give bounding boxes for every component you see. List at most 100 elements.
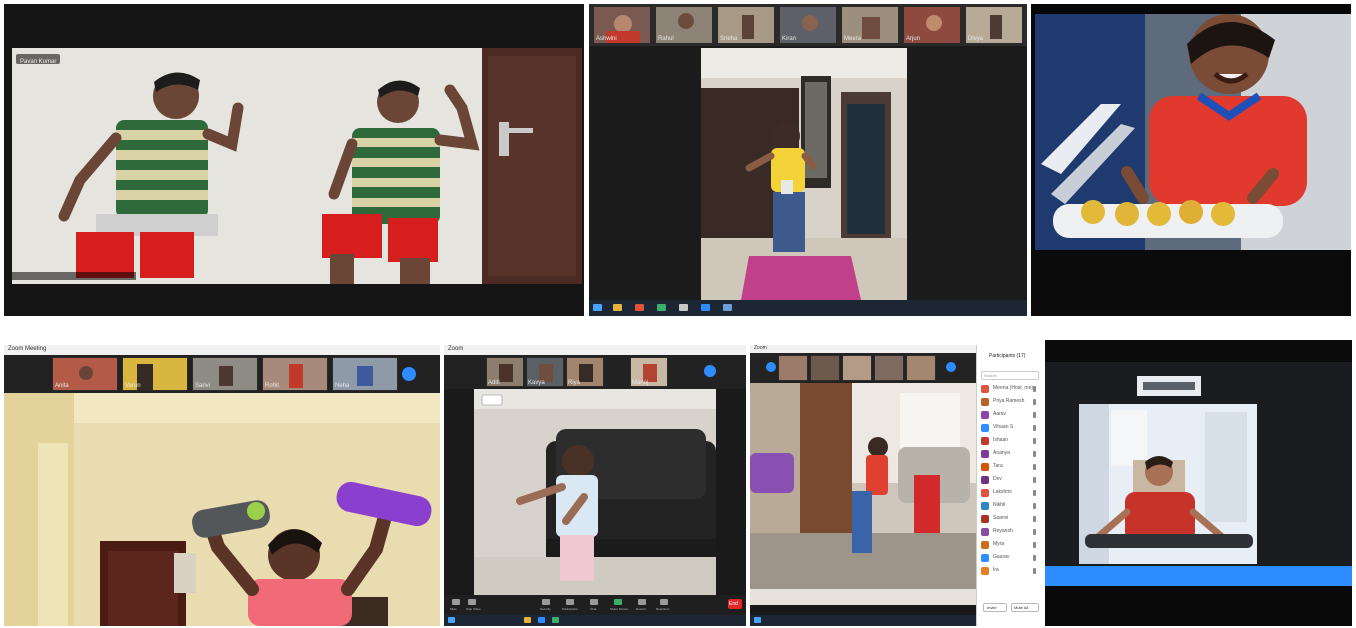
participant-row[interactable]: Reyansh <box>981 526 1039 539</box>
participant-name: Aarav <box>993 411 1007 417</box>
taskbar-app-icon[interactable] <box>723 304 732 311</box>
participant-row[interactable]: Dev <box>981 474 1039 487</box>
record-icon[interactable] <box>638 599 646 605</box>
participant-name: Gaurav <box>993 554 1010 560</box>
participant-row[interactable]: Meena (Host, me) <box>981 383 1039 396</box>
share-screen-icon[interactable] <box>614 599 622 605</box>
windows-start-icon[interactable] <box>593 304 602 311</box>
gallery-thumbnail[interactable]: Sneha <box>717 6 775 44</box>
microphone-icon <box>1033 555 1036 561</box>
meditation-video-frame <box>1045 340 1352 626</box>
window-title-bar: Zoom <box>444 345 746 355</box>
gallery-thumbnail[interactable] <box>778 355 808 381</box>
microphone-icon[interactable] <box>452 599 460 605</box>
participant-name: Saanvi <box>993 515 1009 521</box>
participant-search-input[interactable]: Search <box>981 371 1039 380</box>
gallery-thumbnail[interactable]: Kiran <box>779 6 837 44</box>
thumbnail-name: Aditi <box>488 380 500 386</box>
end-label: End <box>729 601 738 607</box>
gallery-thumbnail[interactable]: Meera <box>841 6 899 44</box>
avatar <box>981 554 989 562</box>
windows-taskbar <box>589 300 1027 316</box>
participant-row[interactable]: Ira <box>981 565 1039 578</box>
avatar <box>981 476 989 484</box>
participant-row[interactable]: Vihaan S <box>981 422 1039 435</box>
gallery-thumbnail[interactable]: Divya <box>965 6 1023 44</box>
taskbar-app-icon[interactable] <box>679 304 688 311</box>
search-placeholder: Search <box>984 373 997 378</box>
participant-row[interactable]: Aarav <box>981 409 1039 422</box>
active-speaker-video <box>701 48 907 300</box>
gallery-thumbnail[interactable]: Riya <box>566 357 604 387</box>
end-meeting-button[interactable]: End <box>728 599 742 609</box>
participant-name: Meena (Host, me) <box>993 385 1034 391</box>
chat-icon[interactable] <box>590 599 598 605</box>
gallery-thumbnail[interactable]: Aditi <box>486 357 524 387</box>
participant-name: Priya Ramesh <box>993 398 1025 404</box>
gallery-thumbnail[interactable]: Neha <box>332 357 398 391</box>
microphone-icon <box>1033 451 1036 457</box>
reactions-icon[interactable] <box>660 599 668 605</box>
thumbnail-name: Sneha <box>720 36 738 42</box>
gallery-thumbnail[interactable] <box>874 355 904 381</box>
gallery-thumbnail[interactable]: Arjun <box>903 6 961 44</box>
chat-label: Chat <box>590 607 597 611</box>
security-icon[interactable] <box>542 599 550 605</box>
window-title: Zoom Meeting <box>8 346 47 352</box>
gallery-view-icon[interactable] <box>704 365 716 377</box>
gallery-view-icon[interactable] <box>946 362 956 372</box>
window-title: Zoom <box>448 346 464 352</box>
participant-row[interactable]: Ishaan <box>981 435 1039 448</box>
participants-icon[interactable] <box>566 599 574 605</box>
gallery-thumbnail[interactable] <box>906 355 936 381</box>
gallery-view-icon[interactable] <box>402 367 416 381</box>
gallery-thumbnail[interactable]: Varun <box>122 357 188 391</box>
participant-row[interactable]: Nikhil <box>981 500 1039 513</box>
microphone-icon <box>1033 529 1036 535</box>
gallery-thumbnail[interactable] <box>842 355 872 381</box>
thumbnail-name: Ashwini <box>596 36 617 42</box>
video-panel-yoga-mat: Ashwini Rahul Sneha Kiran Meera Arjun Di… <box>589 4 1027 316</box>
gallery-thumbnail[interactable]: Anita <box>52 357 118 391</box>
participant-name: Pavan Kumar <box>20 59 57 65</box>
taskbar-app-icon[interactable] <box>524 617 531 623</box>
taskbar-app-icon[interactable] <box>635 304 644 311</box>
gallery-thumbnail[interactable]: Rahul <box>655 6 713 44</box>
avatar <box>981 541 989 549</box>
avatar <box>981 528 989 536</box>
taskbar-app-icon[interactable] <box>552 617 559 623</box>
taskbar-app-icon[interactable] <box>657 304 666 311</box>
participant-row[interactable]: Lakshmi <box>981 487 1039 500</box>
participant-row[interactable]: Priya Ramesh <box>981 396 1039 409</box>
stop-video-label: Stop Video <box>466 607 481 611</box>
thumbnail-name: Neha <box>335 383 350 389</box>
participant-name: Dev <box>993 476 1002 482</box>
mute-all-button[interactable]: Mute All <box>1011 603 1039 612</box>
participant-row[interactable]: Ananya <box>981 448 1039 461</box>
record-label: Record <box>636 607 646 611</box>
participant-row[interactable]: Saanvi <box>981 513 1039 526</box>
participant-name: Myra <box>993 541 1005 547</box>
video-camera-icon[interactable] <box>468 599 476 605</box>
gallery-view-icon[interactable] <box>766 362 776 372</box>
gallery-thumbnail[interactable]: Rohit <box>262 357 328 391</box>
gallery-thumbnail[interactable]: Manoj <box>630 357 668 387</box>
participant-row[interactable]: Tara <box>981 461 1039 474</box>
taskbar-app-icon[interactable] <box>538 617 545 623</box>
active-speaker-video <box>474 389 716 595</box>
thumbnail-name: Sanvi <box>195 383 211 389</box>
invite-button[interactable]: Invite <box>983 603 1007 612</box>
thumbnail-name: Riya <box>568 380 581 386</box>
participant-row[interactable]: Myra <box>981 539 1039 552</box>
control-labels: Mute Stop Video Security Participants Ch… <box>444 607 694 613</box>
taskbar-app-icon[interactable] <box>613 304 622 311</box>
microphone-icon <box>1033 399 1036 405</box>
participant-row[interactable]: Gaurav <box>981 552 1039 565</box>
windows-start-icon[interactable] <box>754 617 761 623</box>
windows-start-icon[interactable] <box>448 617 455 623</box>
gallery-thumbnail[interactable]: Sanvi <box>192 357 258 391</box>
taskbar-app-icon[interactable] <box>701 304 710 311</box>
gallery-thumbnail[interactable]: Ashwini <box>593 6 651 44</box>
gallery-thumbnail[interactable]: Kavya <box>526 357 564 387</box>
gallery-thumbnail[interactable] <box>810 355 840 381</box>
